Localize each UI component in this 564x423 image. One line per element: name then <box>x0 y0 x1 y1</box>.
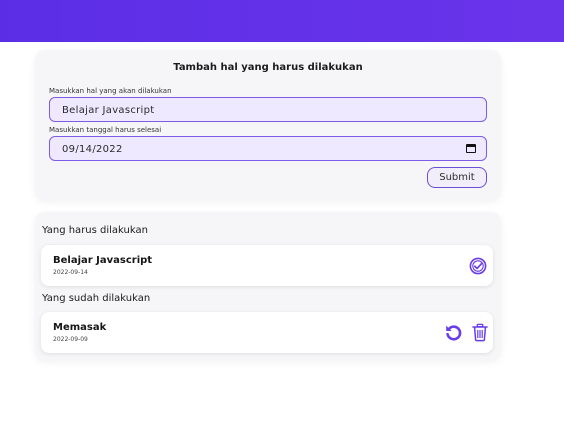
date-input-value: 09/14/2022 <box>62 144 123 155</box>
task-field-label: Masukkan hal yang akan dilakukan <box>49 87 172 95</box>
todo-item: Belajar Javascript 2022-09-14 <box>41 245 493 286</box>
date-field-label: Masukkan tanggal harus selesai <box>49 126 162 134</box>
done-item: Memasak 2022-09-09 <box>41 312 493 353</box>
form-title: Tambah hal yang harus dilakukan <box>173 62 363 73</box>
todo-item-date: 2022-09-14 <box>53 269 88 276</box>
top-header-bar <box>0 0 564 42</box>
todo-lists-card: Yang harus dilakukan Belajar Javascript … <box>35 212 501 360</box>
trash-icon[interactable] <box>471 323 489 346</box>
task-input-value: Belajar Javascript <box>62 105 155 116</box>
done-item-date: 2022-09-09 <box>53 336 88 343</box>
calendar-icon[interactable] <box>466 144 476 153</box>
check-circle-icon[interactable] <box>469 257 487 279</box>
add-todo-form: Tambah hal yang harus dilakukan Masukkan… <box>35 50 501 200</box>
todo-item-title: Belajar Javascript <box>53 255 153 266</box>
done-item-title: Memasak <box>53 322 107 333</box>
todo-section-heading: Yang harus dilakukan <box>42 225 148 236</box>
task-input[interactable]: Belajar Javascript <box>49 97 487 122</box>
date-input[interactable]: 09/14/2022 <box>49 136 487 161</box>
undo-icon[interactable] <box>444 323 463 346</box>
done-section-heading: Yang sudah dilakukan <box>42 293 151 304</box>
submit-button[interactable]: Submit <box>427 167 487 188</box>
